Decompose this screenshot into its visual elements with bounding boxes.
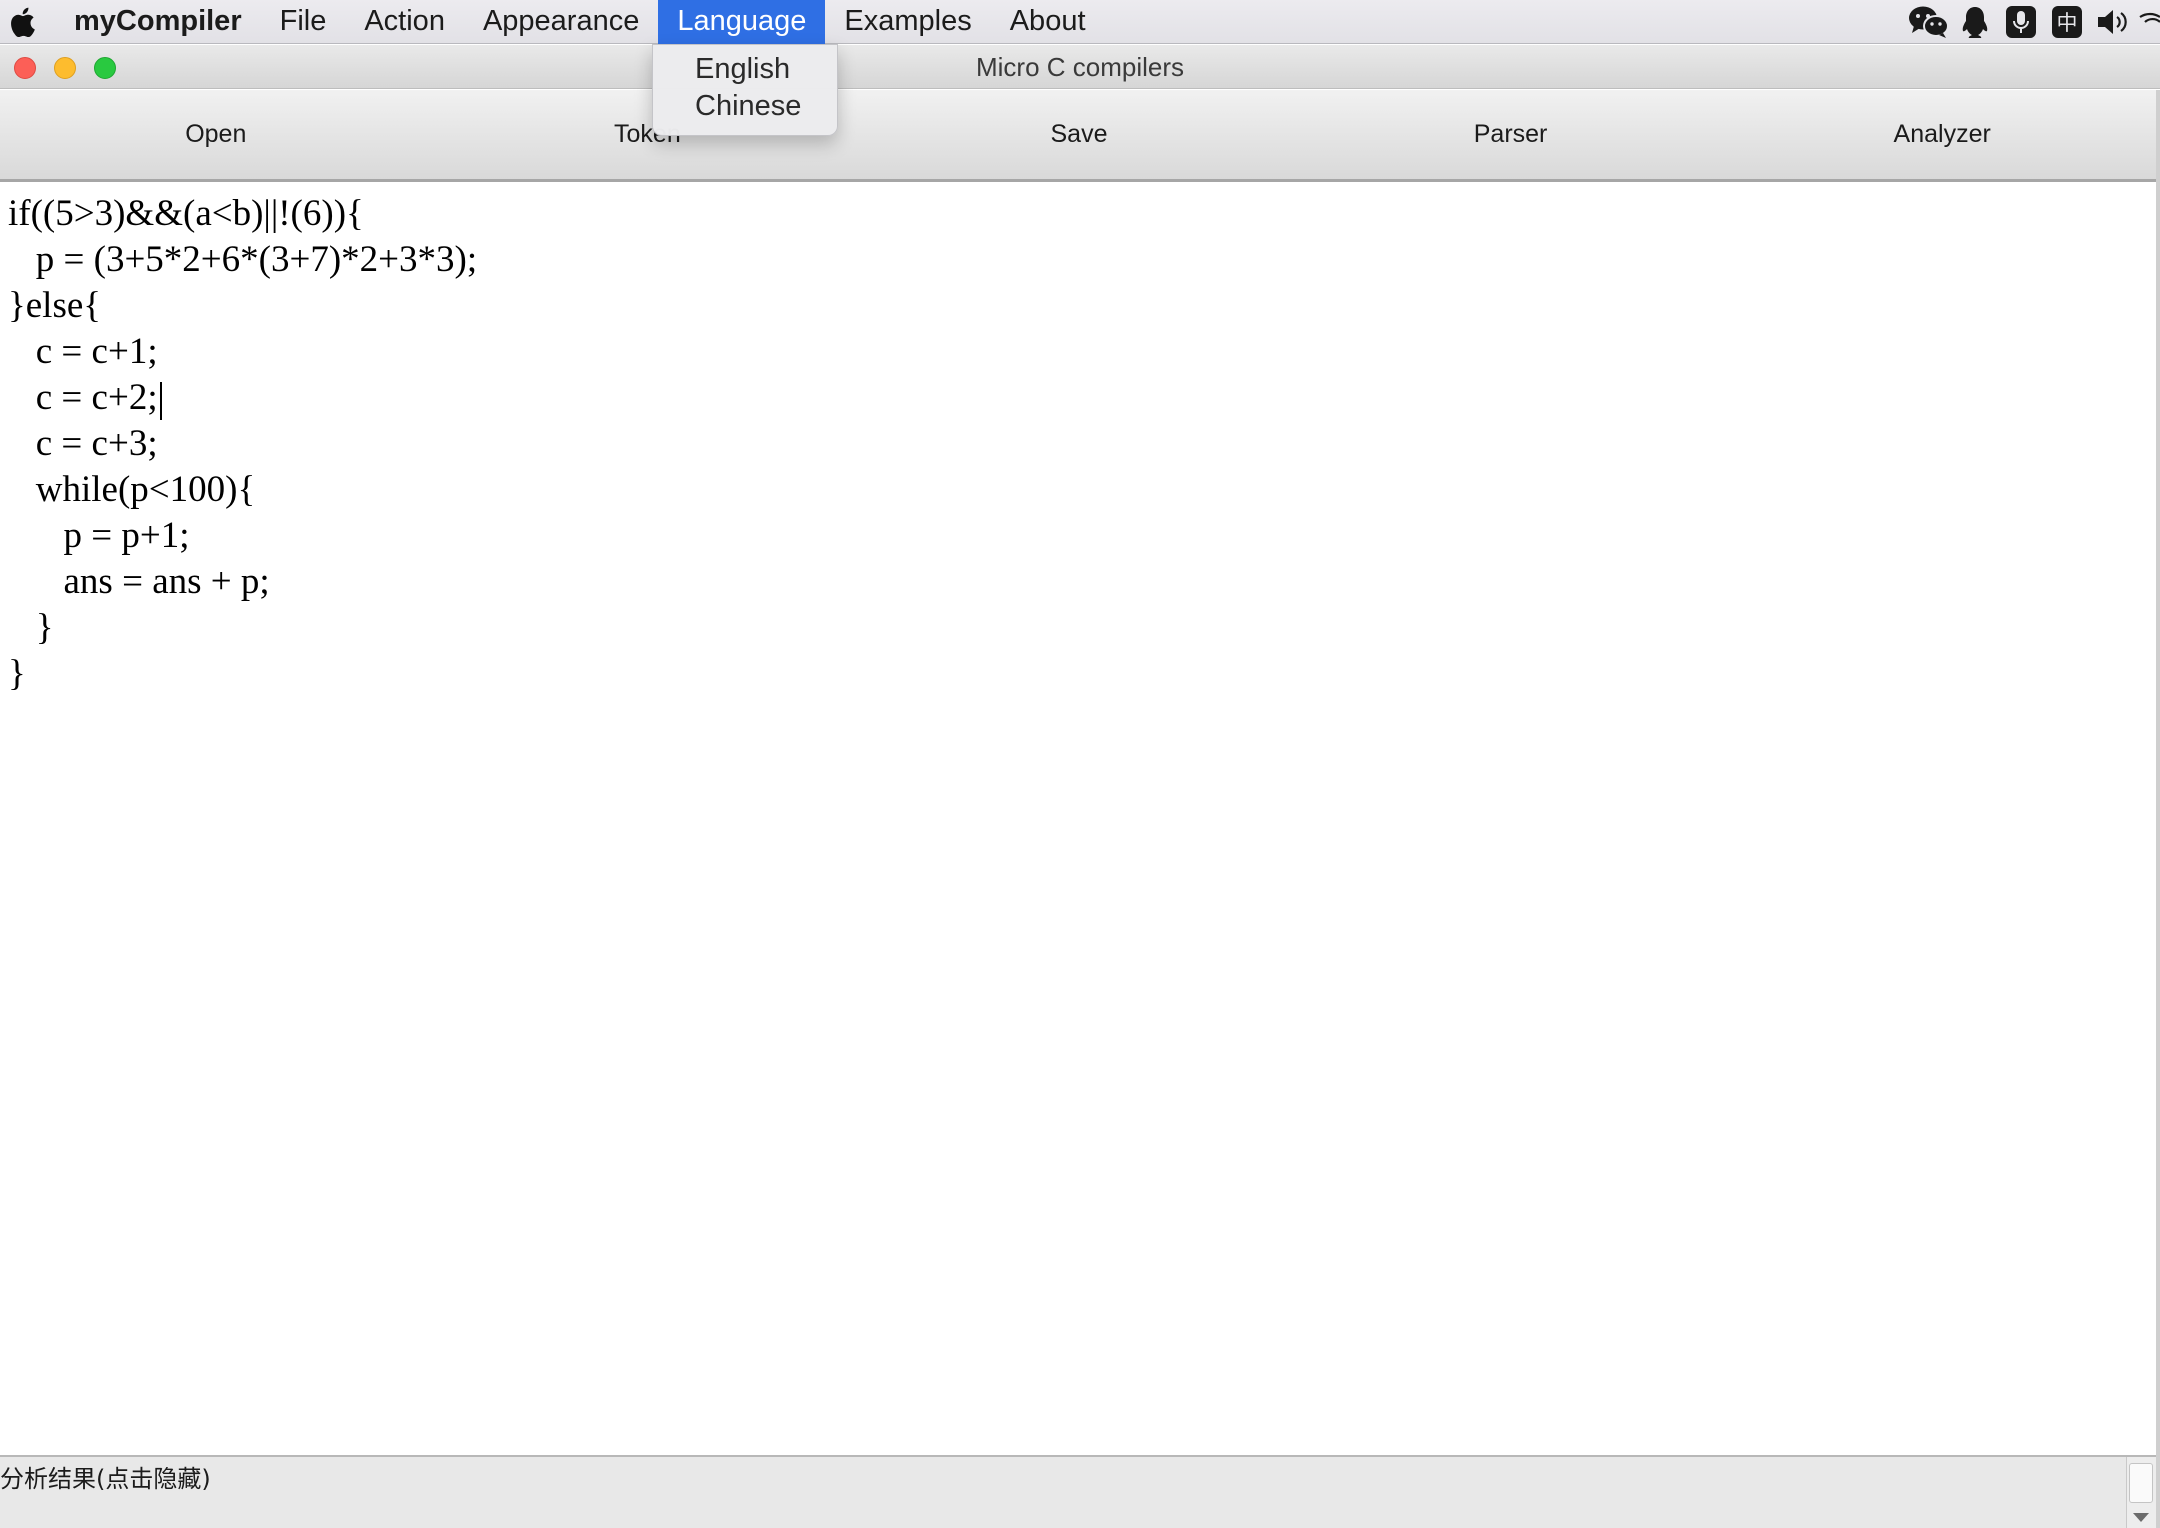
code-editor[interactable]: if((5>3)&&(a<b)||!(6)){ p = (3+5*2+6*(3+… [0,183,2156,1455]
code-line: } [8,607,54,648]
analysis-result-toggle[interactable]: 分析结果(点击隐藏) [0,1459,211,1494]
app-menu[interactable]: myCompiler [40,0,261,44]
menu-bar: myCompiler File Action Appearance Langua… [0,0,2160,44]
code-line: if((5>3)&&(a<b)||!(6)){ [8,193,364,234]
code-line: } [8,653,26,694]
scrollbar-thumb[interactable] [2129,1463,2153,1503]
vertical-scrollbar[interactable] [2126,1457,2156,1528]
code-line: ans = ans + p; [8,561,270,602]
window-title: Micro C compilers [975,52,1185,82]
menu-file[interactable]: File [261,0,346,44]
text-caret [159,381,162,420]
code-line: p = p+1; [8,515,190,556]
window-title-bar[interactable]: Micro C compilers [0,45,2160,89]
menu-action[interactable]: Action [345,0,464,44]
language-option-chinese[interactable]: Chinese [653,88,837,125]
code-line: p = (3+5*2+6*(3+7)*2+3*3); [8,239,478,280]
menu-examples[interactable]: Examples [825,0,990,44]
qq-icon[interactable] [1952,0,1998,44]
input-method-icon[interactable]: 中 [2044,0,2090,44]
code-line: c = c+1; [8,331,158,372]
status-tray: 中 [1906,0,2160,44]
open-button[interactable]: Open [0,90,432,179]
language-option-english[interactable]: English [653,51,837,88]
language-dropdown-menu: English Chinese [652,44,838,136]
code-line-with-caret: c = c+2; [8,375,2156,421]
code-line-text: c = c+2; [8,377,158,418]
wifi-icon[interactable] [2136,0,2160,44]
volume-icon[interactable] [2090,0,2136,44]
parser-button[interactable]: Parser [1295,90,1727,179]
menu-language[interactable]: Language [658,0,826,44]
analyzer-button[interactable]: Analyzer [1726,90,2158,179]
input-method-glyph: 中 [2057,11,2078,35]
save-button[interactable]: Save [863,90,1295,179]
analysis-result-panel[interactable]: 分析结果(点击隐藏) [0,1455,2156,1528]
code-line: }else{ [8,285,102,326]
microphone-icon[interactable] [1998,0,2044,44]
toolbar: Open Token Save Parser Analyzer [0,90,2158,182]
window-right-border [2156,90,2160,1528]
code-line: while(p<100){ [8,469,256,510]
wechat-icon[interactable] [1906,0,1952,44]
scroll-down-arrow-icon[interactable] [2133,1513,2149,1522]
code-line: c = c+3; [8,423,158,464]
menu-appearance[interactable]: Appearance [464,0,658,44]
apple-icon[interactable] [4,0,40,44]
menu-about[interactable]: About [991,0,1105,44]
